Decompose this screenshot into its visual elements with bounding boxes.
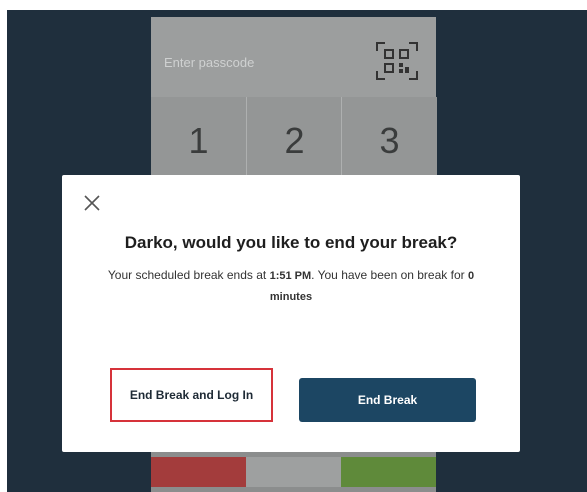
keypad-bottom-edge: [151, 487, 436, 492]
dialog-title: Darko, would you like to end your break?: [124, 233, 458, 252]
screenshot-frame: Enter passcode 1 2 3 Darko, would you li…: [0, 0, 587, 492]
keypad-enter-key[interactable]: [341, 457, 436, 487]
keypad-digit-0[interactable]: [246, 457, 341, 487]
end-break-button[interactable]: End Break: [299, 378, 476, 422]
message-middle: . You have been on break for: [311, 268, 468, 282]
keypad-digit-1[interactable]: 1: [151, 97, 246, 179]
qr-code-icon[interactable]: [375, 41, 419, 81]
close-icon[interactable]: [82, 193, 102, 213]
break-end-time: 1:51 PM: [269, 270, 312, 282]
end-break-dialog: Darko, would you like to end your break?…: [62, 175, 520, 452]
keypad-digit-2[interactable]: 2: [246, 97, 342, 179]
end-break-and-log-in-button[interactable]: End Break and Log In: [110, 368, 273, 422]
keypad-clear-key[interactable]: [151, 457, 246, 487]
dialog-message: Your scheduled break ends at 1:51 PM. Yo…: [102, 265, 480, 307]
message-prefix: Your scheduled break ends at: [107, 268, 270, 282]
passcode-placeholder: Enter passcode: [164, 55, 255, 70]
keypad-digit-3[interactable]: 3: [341, 97, 437, 179]
passcode-field[interactable]: Enter passcode: [151, 17, 436, 97]
